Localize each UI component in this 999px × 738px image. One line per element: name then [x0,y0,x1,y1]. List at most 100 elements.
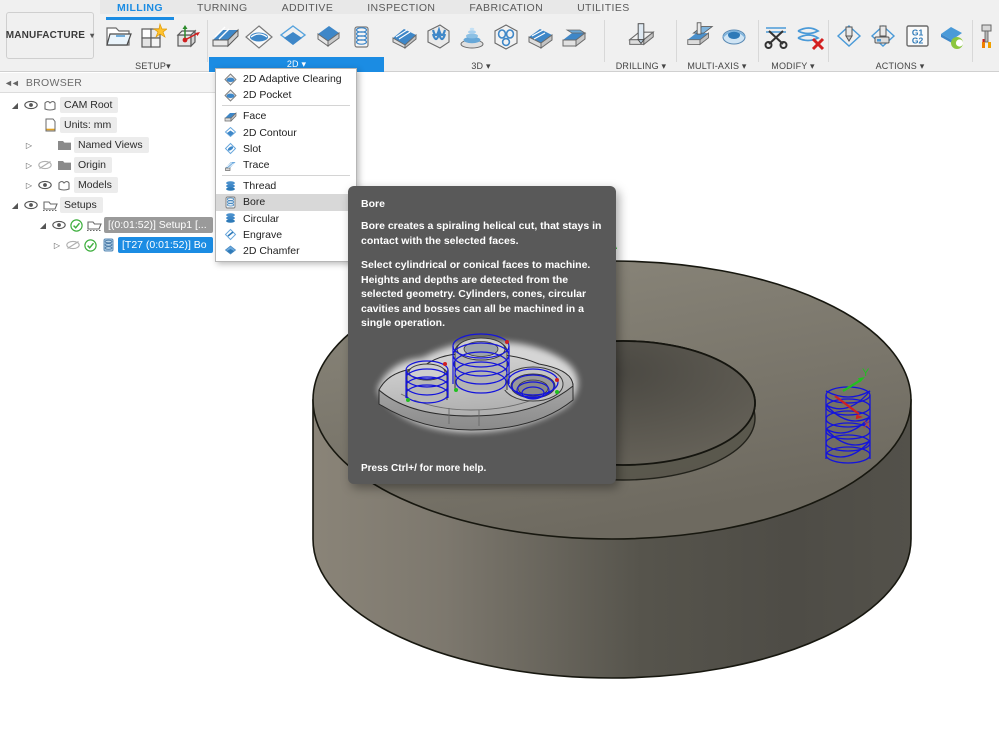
panel-divider [604,20,605,62]
visibility-hidden-icon[interactable] [36,160,54,170]
contour-icon [223,126,237,139]
trim-scissors-icon[interactable] [760,17,792,53]
tabstrip-background-right [600,0,999,14]
menu-item-label: 2D Contour [243,127,297,139]
trace-icon [223,159,237,172]
document-icon [40,118,60,132]
panel-actions-label[interactable]: ACTIONS ▾ [830,61,970,72]
face-icon [223,110,237,123]
visibility-hidden-icon[interactable] [64,240,82,250]
face-op-icon[interactable] [209,17,241,53]
models-icon [54,179,74,192]
menu-item-label: Engrave [243,229,282,241]
visibility-eye-icon[interactable] [22,200,40,210]
panel-3d-label[interactable]: 3D ▾ [388,61,574,72]
setup-icon [84,219,104,232]
tooltip-preview-image [361,312,604,447]
visibility-eye-icon[interactable] [36,180,54,190]
operations-2d-dropdown-menu[interactable]: 2D Adaptive Clearing 2D Pocket Face 2D C… [215,68,357,262]
simulate-icon[interactable] [833,17,865,53]
tab-utilities-label: UTILITIES [577,2,630,14]
collapse-arrow-icon[interactable]: ▷ [22,161,36,170]
multiaxis-swarf-icon[interactable] [718,17,750,53]
pocket-op-icon[interactable] [311,17,343,53]
menu-item-2d-chamfer[interactable]: 2D Chamfer [216,243,356,259]
new-setup-icon[interactable] [102,17,134,53]
collapse-panel-icon[interactable]: ◄◄ [4,78,18,88]
tree-item-label: CAM Root [60,97,118,113]
menu-item-circular[interactable]: Circular [216,211,356,227]
parallel-3d-icon[interactable] [388,17,420,53]
browser-header: ◄◄ BROWSER [0,73,215,93]
bore-icon [223,196,237,209]
new-folder-setup-icon[interactable] [136,17,168,53]
engrave-icon [223,228,237,241]
tab-inspection-label: INSPECTION [367,2,435,14]
tab-turning-label: TURNING [197,2,248,14]
menu-item-label: Face [243,110,266,122]
visibility-eye-icon[interactable] [22,100,40,110]
panel-multiaxis-label[interactable]: MULTI-AXIS ▾ [678,61,756,72]
tree-item-label: Origin [74,157,112,173]
menu-item-label: 2D Pocket [243,89,291,101]
menu-item-face[interactable]: Face [216,108,356,124]
tree-item-label: [T27 (0:01:52)] Bo [118,237,213,253]
tree-item-models[interactable]: ▷ Models [0,175,215,195]
tree-item-named-views[interactable]: ▷ Named Views [0,135,215,155]
visibility-eye-icon[interactable] [50,220,68,230]
menu-item-label: Thread [243,180,276,192]
drilling-op-icon[interactable] [625,17,657,53]
morphed-spiral-3d-icon[interactable] [490,17,522,53]
panel-modify: MODIFY ▾ [760,16,826,72]
workspace-switcher-button[interactable]: MANUFACTURE ▾ [6,12,94,59]
tab-fabrication-label: FABRICATION [469,2,543,14]
setup-sheet-icon[interactable] [935,17,967,53]
expand-arrow-icon[interactable]: ◢ [8,201,22,210]
tool-library-icon[interactable] [974,17,999,53]
menu-item-trace[interactable]: Trace [216,157,356,173]
menu-item-bore[interactable]: Bore [216,194,356,210]
menu-item-2d-adaptive-clearing[interactable]: 2D Adaptive Clearing [216,71,356,87]
collapse-arrow-icon[interactable]: ▷ [50,241,64,250]
tree-item-bore-operation[interactable]: ▷ [T27 (0:01:52)] Bo [0,235,215,255]
tree-item-cam-root[interactable]: ◢ CAM Root [0,95,215,115]
menu-item-thread[interactable]: Thread [216,178,356,194]
setup-orientation-icon[interactable] [170,17,202,53]
browser-tree: ◢ CAM Root Units: mm ▷ Named Views [0,95,215,255]
chevron-down-icon: ▾ [486,61,491,71]
collapse-arrow-icon[interactable]: ▷ [22,141,36,150]
bore-op-ribbon-icon[interactable] [345,17,377,53]
bore-tooltip: Bore Bore creates a spiraling helical cu… [348,186,616,484]
valid-check-icon [68,219,84,232]
tooltip-footer: Press Ctrl+/ for more help. [361,463,486,474]
panel-setup-label[interactable]: SETUP▾ [100,61,206,72]
chevron-down-icon: ▾ [920,61,925,71]
scallop-3d-icon[interactable] [456,17,488,53]
tree-item-setups[interactable]: ◢ Setups [0,195,215,215]
collapse-arrow-icon[interactable]: ▷ [22,181,36,190]
multiaxis-contour-icon[interactable] [684,17,716,53]
tree-item-origin[interactable]: ▷ Origin [0,155,215,175]
menu-item-label: Circular [243,213,279,225]
menu-item-2d-contour[interactable]: 2D Contour [216,125,356,141]
panel-modify-label[interactable]: MODIFY ▾ [760,61,826,72]
adaptive-clearing-op-icon[interactable] [243,17,275,53]
panel-divider [972,20,973,62]
flow-3d-icon[interactable] [558,17,590,53]
menu-item-engrave[interactable]: Engrave [216,227,356,243]
expand-arrow-icon[interactable]: ◢ [8,101,22,110]
post-process-icon[interactable]: G1 G2 [901,17,933,53]
contour-op-icon[interactable] [277,17,309,53]
horizontal-3d-icon[interactable] [524,17,556,53]
menu-item-label: Slot [243,143,261,155]
expand-arrow-icon[interactable]: ◢ [36,221,50,230]
panel-drilling-label[interactable]: DRILLING ▾ [608,61,674,72]
machine-simulation-icon[interactable] [867,17,899,53]
valid-check-icon [82,239,98,252]
tree-item-units[interactable]: Units: mm [0,115,215,135]
menu-item-2d-pocket[interactable]: 2D Pocket [216,87,356,103]
tree-item-setup1[interactable]: ◢ [(0:01:52)] Setup1 [... [0,215,215,235]
menu-item-slot[interactable]: Slot [216,141,356,157]
pocket-clearing-3d-icon[interactable] [422,17,454,53]
delete-toolpath-icon[interactable] [794,17,826,53]
